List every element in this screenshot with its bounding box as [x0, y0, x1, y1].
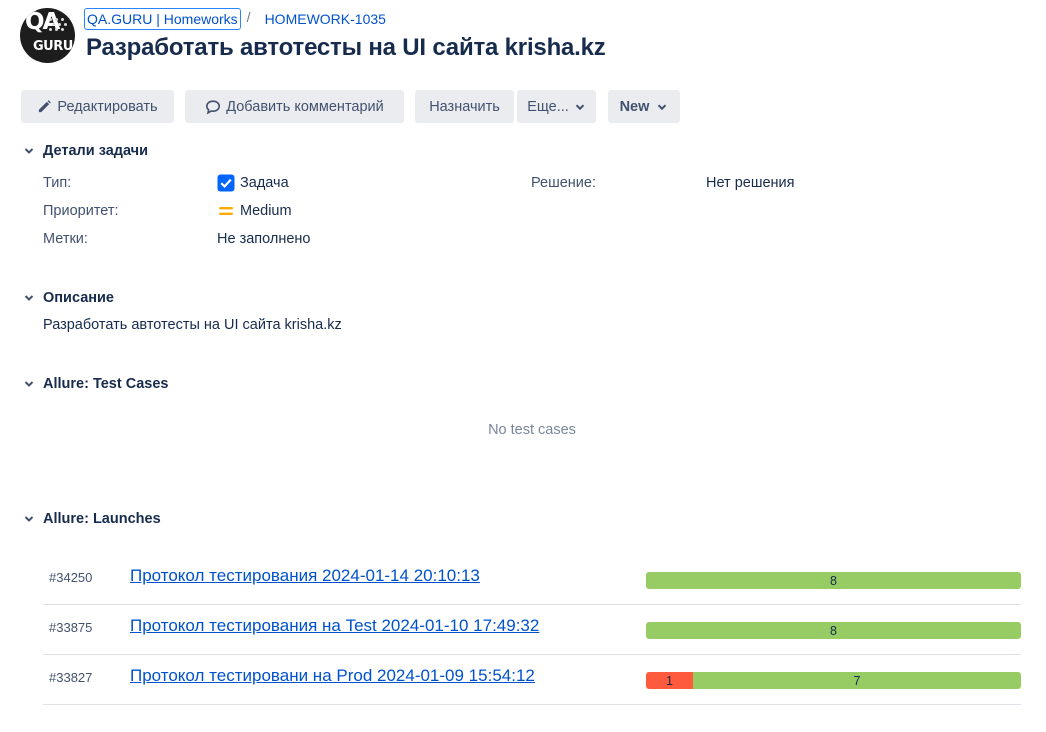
status-button-label: New	[619, 98, 650, 115]
launch-result-bar: 8	[646, 572, 1021, 589]
type-value-text: Задача	[240, 175, 289, 191]
launch-result-bar: 17	[646, 672, 1021, 689]
breadcrumb-project-link[interactable]: QA.GURU | Homeworks	[84, 8, 241, 30]
launches-heading: Allure: Launches	[43, 511, 161, 527]
chevron-down-icon	[575, 103, 585, 110]
resolution-value: Нет решения	[706, 175, 795, 191]
labels-value: Не заполнено	[217, 231, 311, 247]
chevron-down-icon	[21, 143, 37, 159]
launches-section-toggle[interactable]: Allure: Launches	[21, 511, 161, 527]
description-section-toggle[interactable]: Описание	[21, 290, 114, 306]
avatar-guru-text: GURU	[33, 39, 73, 54]
chevron-down-icon	[21, 511, 37, 527]
more-button-label: Еще...	[527, 98, 569, 115]
launch-row: #33827 Протокол тестировани на Prod 2024…	[43, 655, 1021, 705]
page-title: Разработать автотесты на UI сайта krisha…	[86, 34, 606, 61]
passed-segment: 8	[646, 572, 1021, 589]
launch-row: #34250 Протокол тестирования 2024-01-14 …	[43, 555, 1021, 605]
launch-result-bar: 8	[646, 622, 1021, 639]
test-cases-section-toggle[interactable]: Allure: Test Cases	[21, 376, 168, 392]
details-section-toggle[interactable]: Детали задачи	[21, 143, 148, 159]
chevron-down-icon	[21, 376, 37, 392]
launch-id: #33827	[49, 670, 93, 685]
breadcrumb-issue-key[interactable]: HOMEWORK-1035	[265, 11, 386, 27]
priority-medium-icon	[219, 207, 233, 215]
avatar-dots	[49, 18, 69, 36]
details-heading: Детали задачи	[43, 143, 149, 159]
type-label: Тип:	[43, 175, 72, 191]
test-cases-heading: Allure: Test Cases	[43, 376, 169, 392]
comment-icon	[206, 99, 221, 114]
launch-id: #34250	[49, 570, 93, 585]
failed-segment: 1	[646, 672, 693, 689]
passed-segment: 7	[692, 672, 1021, 689]
priority-label: Приоритет:	[43, 203, 119, 219]
launch-row: #33875 Протокол тестирования на Test 202…	[43, 605, 1021, 655]
no-test-cases-message: No test cases	[488, 422, 576, 438]
priority-value-text: Medium	[240, 203, 292, 219]
breadcrumb-separator: /	[246, 9, 251, 25]
project-avatar[interactable]: QA GURU	[20, 8, 75, 63]
assign-button[interactable]: Назначить	[415, 90, 514, 123]
launch-link[interactable]: Протокол тестирования на Test 2024-01-10…	[130, 616, 539, 636]
add-comment-button-label: Добавить комментарий	[226, 98, 384, 115]
description-heading: Описание	[43, 290, 114, 306]
breadcrumb: QA.GURU | Homeworks / HOMEWORK-1035	[84, 7, 386, 31]
resolution-label: Решение:	[531, 175, 596, 191]
edit-button[interactable]: Редактировать	[21, 90, 174, 123]
status-new-button[interactable]: New	[608, 90, 680, 123]
pencil-icon	[39, 100, 52, 113]
priority-value: Medium	[217, 202, 292, 220]
add-comment-button[interactable]: Добавить комментарий	[185, 90, 404, 123]
edit-button-label: Редактировать	[57, 98, 158, 115]
more-button[interactable]: Еще...	[517, 90, 596, 123]
description-text: Разработать автотесты на UI сайта krisha…	[43, 317, 342, 333]
labels-label: Метки:	[43, 231, 88, 247]
assign-button-label: Назначить	[429, 98, 500, 115]
type-value: Задача	[217, 174, 289, 192]
launch-link[interactable]: Протокол тестировани на Prod 2024-01-09 …	[130, 666, 535, 686]
launch-link[interactable]: Протокол тестирования 2024-01-14 20:10:1…	[130, 566, 480, 586]
launch-id: #33875	[49, 620, 93, 635]
chevron-down-icon	[21, 290, 37, 306]
chevron-down-icon	[658, 103, 667, 110]
task-checkbox-icon	[217, 174, 235, 192]
passed-segment: 8	[646, 622, 1021, 639]
